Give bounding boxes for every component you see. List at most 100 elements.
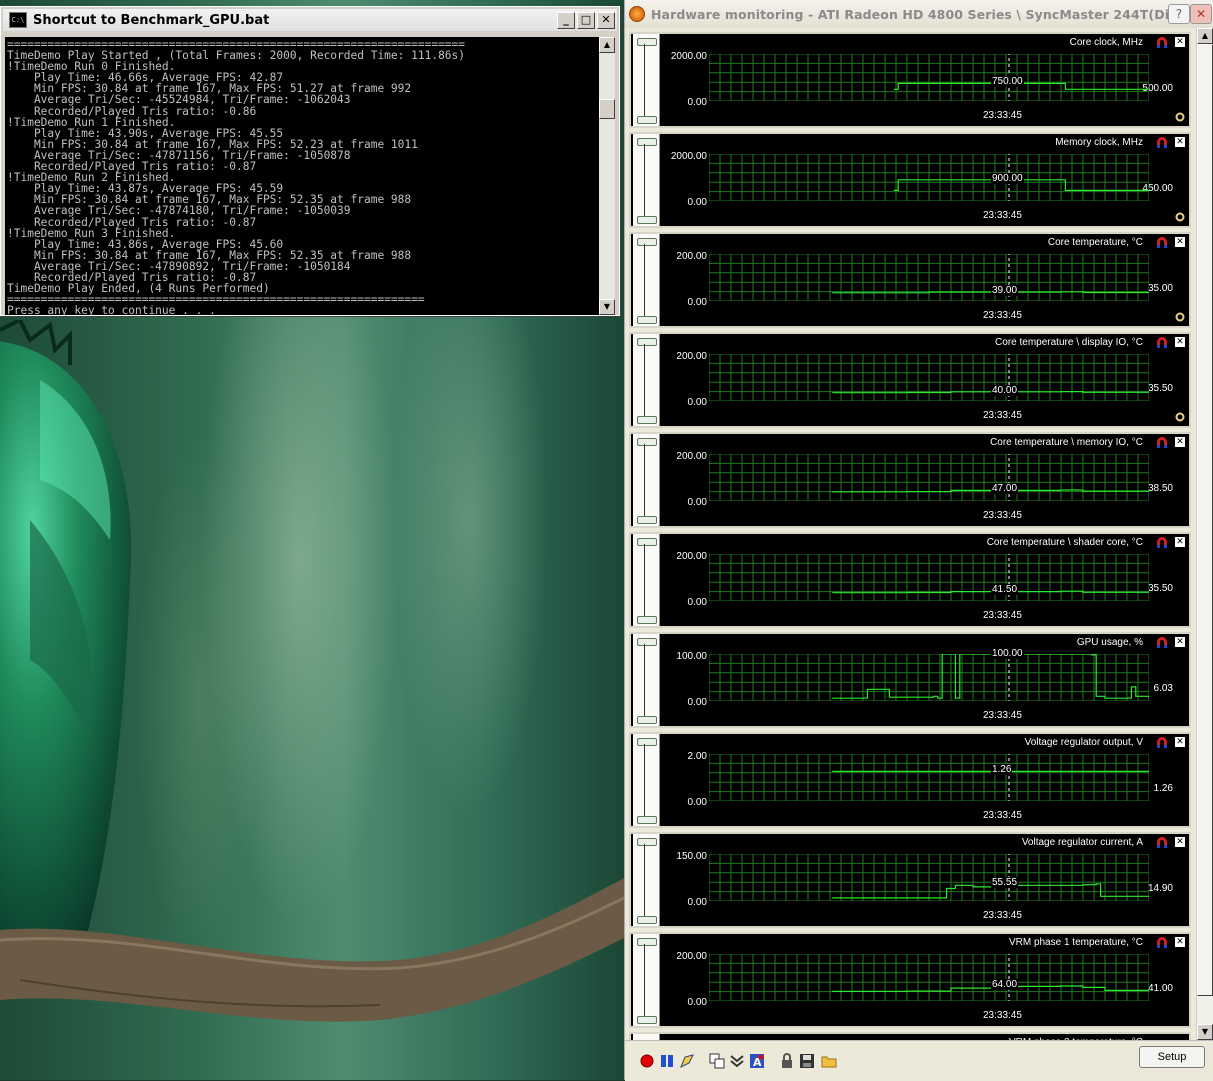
graph-close-button[interactable]: ✕ [1175, 637, 1185, 647]
dock-handle-top[interactable] [637, 638, 657, 646]
graph-close-button[interactable]: ✕ [1175, 37, 1185, 47]
magnet-icon[interactable] [1155, 337, 1169, 348]
lock-icon[interactable] [779, 1053, 795, 1069]
magnet-icon[interactable] [1155, 437, 1169, 448]
graph-ymin-label: 0.00 [687, 197, 707, 208]
graph-scrollbar[interactable]: ▲ ▼ [1196, 28, 1213, 1040]
monitor-titlebar[interactable]: Hardware monitoring - ATI Radeon HD 4800… [625, 0, 1213, 28]
gear-icon[interactable] [1175, 112, 1185, 122]
dock-handle-top[interactable] [637, 938, 657, 946]
font-icon[interactable]: A [749, 1053, 765, 1069]
graph-close-button[interactable]: ✕ [1175, 337, 1185, 347]
help-button[interactable]: ? [1168, 4, 1190, 24]
graph-scroll-down-button[interactable]: ▼ [1197, 1024, 1213, 1040]
dock-handle-bottom[interactable] [637, 1016, 657, 1024]
dock-handle-top[interactable] [637, 38, 657, 46]
dock-handle-bottom[interactable] [637, 116, 657, 124]
graph-dock[interactable] [633, 934, 660, 1026]
graph-dock[interactable] [633, 734, 660, 826]
minimize-button[interactable]: _ [557, 12, 575, 29]
magnet-icon[interactable] [1155, 737, 1169, 748]
graph-close-button[interactable]: ✕ [1175, 837, 1185, 847]
record-icon[interactable] [639, 1053, 655, 1069]
dock-handle-bottom[interactable] [637, 416, 657, 424]
graph-dock[interactable] [633, 134, 660, 226]
graph-close-button[interactable]: ✕ [1175, 137, 1185, 147]
gear-icon[interactable] [1175, 312, 1185, 322]
gear-icon[interactable] [1175, 412, 1185, 422]
cmd-titlebar[interactable]: C:\ Shortcut to Benchmark_GPU.bat _ □ ✕ [3, 9, 617, 31]
console-output[interactable]: ========================================… [5, 37, 599, 315]
graph-close-button[interactable]: ✕ [1175, 237, 1185, 247]
dock-handle-top[interactable] [637, 538, 657, 546]
dock-handle-bottom[interactable] [637, 616, 657, 624]
hardware-monitor-window: Hardware monitoring - ATI Radeon HD 4800… [624, 0, 1213, 1081]
graph-ymax-label: 100.00 [676, 651, 707, 662]
graph-dock[interactable] [633, 434, 660, 526]
copy-icon[interactable] [709, 1053, 725, 1069]
dock-handle-top[interactable] [637, 838, 657, 846]
dock-handle-bottom[interactable] [637, 316, 657, 324]
console-scrollbar[interactable]: ▲ ▼ [599, 37, 615, 315]
monitor-close-button[interactable]: ✕ [1190, 4, 1212, 24]
graph-time-label: 23:33:45 [983, 710, 1022, 721]
magnet-icon[interactable] [1155, 837, 1169, 848]
scroll-up-button[interactable]: ▲ [599, 37, 615, 53]
graph-time-label: 23:33:45 [983, 310, 1022, 321]
graph-close-button[interactable]: ✕ [1175, 937, 1185, 947]
graph-dock[interactable] [633, 34, 660, 126]
save-icon[interactable] [799, 1053, 815, 1069]
magnet-icon[interactable] [1155, 537, 1169, 548]
scroll-thumb[interactable] [599, 99, 615, 119]
magnet-icon[interactable] [1155, 137, 1169, 148]
cmd-icon: C:\ [9, 12, 27, 28]
dock-handle-bottom[interactable] [637, 716, 657, 724]
graph-peak-value: 750.00 [991, 76, 1024, 88]
graph-8: Voltage regulator current, A ✕ 150.00 0.00 1… [629, 832, 1191, 928]
pause-icon[interactable] [659, 1053, 675, 1069]
graph-1: Memory clock, MHz ✕ 2000.00 0.00 450.00 23:33… [629, 132, 1191, 228]
graph-plot [709, 354, 1149, 401]
scroll-down-button[interactable]: ▼ [599, 299, 615, 315]
graph-current-value: 38.50 [1147, 483, 1173, 494]
folder-icon[interactable] [821, 1053, 837, 1069]
graph-close-button[interactable]: ✕ [1175, 437, 1185, 447]
graph-name: VRM phase 1 temperature, °C [1008, 937, 1143, 948]
close-button[interactable]: ✕ [597, 12, 615, 29]
graph-time-label: 23:33:45 [983, 110, 1022, 121]
dock-handle-bottom[interactable] [637, 216, 657, 224]
graph-dock[interactable] [633, 334, 660, 426]
magnet-icon[interactable] [1155, 937, 1169, 948]
graph-ymin-label: 0.00 [687, 897, 707, 908]
graph-time-label: 23:33:45 [983, 810, 1022, 821]
magnet-icon[interactable] [1155, 37, 1169, 48]
magnet-icon[interactable] [1155, 237, 1169, 248]
graph-dock[interactable] [633, 534, 660, 626]
graph-dock[interactable] [633, 834, 660, 926]
dock-handle-top[interactable] [637, 238, 657, 246]
dock-handle-bottom[interactable] [637, 816, 657, 824]
dock-handle-top[interactable] [637, 338, 657, 346]
dock-handle-bottom[interactable] [637, 516, 657, 524]
graph-name: Memory clock, MHz [1055, 137, 1143, 148]
graph-plot [709, 554, 1149, 601]
highlighter-icon[interactable] [679, 1053, 695, 1069]
gear-icon[interactable] [1175, 212, 1185, 222]
maximize-button[interactable]: □ [577, 12, 595, 29]
expand-icon[interactable] [729, 1053, 745, 1069]
setup-button[interactable]: Setup [1139, 1046, 1205, 1068]
magnet-icon[interactable] [1155, 637, 1169, 648]
graph-dock[interactable] [633, 634, 660, 726]
graph-scroll-thumb[interactable] [1197, 44, 1213, 996]
graph-close-button[interactable]: ✕ [1175, 537, 1185, 547]
graph-close-button[interactable]: ✕ [1175, 737, 1185, 747]
dock-handle-top[interactable] [637, 438, 657, 446]
graph-dock[interactable] [633, 234, 660, 326]
graph-scroll-up-button[interactable]: ▲ [1197, 28, 1213, 44]
dock-handle-top[interactable] [637, 738, 657, 746]
dock-handle-top[interactable] [637, 138, 657, 146]
graph-ymin-label: 0.00 [687, 497, 707, 508]
graph-name: Voltage regulator current, A [1021, 837, 1143, 848]
dock-handle-bottom[interactable] [637, 916, 657, 924]
graph-time-label: 23:33:45 [983, 1010, 1022, 1021]
